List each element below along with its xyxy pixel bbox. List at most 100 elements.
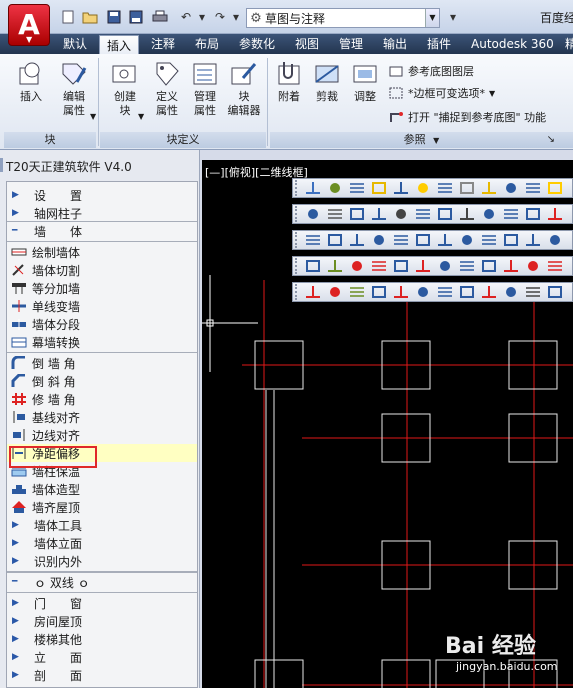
toolbar-4-tool-icon[interactable] bbox=[524, 258, 542, 274]
redo-dropdown-icon[interactable]: ▾ bbox=[228, 10, 244, 24]
palette-item-18[interactable]: ▶ 墙体工具 bbox=[7, 516, 197, 534]
toolbar-4-tool-icon[interactable] bbox=[326, 258, 344, 274]
toolbar-1-tool-icon[interactable] bbox=[392, 180, 410, 196]
define-attributes-button[interactable]: 定义 属性 bbox=[148, 60, 186, 118]
toolbar-1-tool-icon[interactable] bbox=[348, 180, 366, 196]
toolbar-3-tool-icon[interactable] bbox=[392, 232, 410, 248]
application-menu-button[interactable]: A ▼ bbox=[8, 4, 50, 46]
palette-item-26[interactable]: ▶ 剖 面 bbox=[7, 666, 197, 684]
palette-item-19[interactable]: ▶ 墙体立面 bbox=[7, 534, 197, 552]
toolbar-5-tool-icon[interactable] bbox=[502, 284, 520, 300]
toolbar-4-tool-icon[interactable] bbox=[502, 258, 520, 274]
palette-item-17[interactable]: 墙齐屋顶 bbox=[7, 498, 197, 516]
palette-item-13[interactable]: 边线对齐 bbox=[7, 426, 197, 444]
toolbar-2-tool-icon[interactable] bbox=[436, 206, 454, 222]
toolbar-5-tool-icon[interactable] bbox=[392, 284, 410, 300]
toolbar-1-tool-icon[interactable] bbox=[326, 180, 344, 196]
toolbar-2-tool-icon[interactable] bbox=[348, 206, 366, 222]
toolbar-2-tool-icon[interactable] bbox=[370, 206, 388, 222]
workspace-selector[interactable]: ⚙ 草图与注释 ▼ bbox=[246, 8, 440, 28]
palette-item-22[interactable]: ▶ 门 窗 bbox=[7, 594, 197, 612]
palette-item-8[interactable]: 幕墙转换 bbox=[7, 333, 197, 351]
toolbar-3-tool-icon[interactable] bbox=[348, 232, 366, 248]
manage-attributes-button[interactable]: 管理 属性 bbox=[186, 60, 224, 118]
tab-view[interactable]: 视图 bbox=[288, 34, 326, 54]
save-icon[interactable] bbox=[106, 10, 122, 24]
toolbar-5-tool-icon[interactable] bbox=[370, 284, 388, 300]
adjust-button[interactable]: 调整 bbox=[346, 60, 384, 104]
tab-autodesk-360[interactable]: Autodesk 360 bbox=[464, 34, 561, 54]
toolbar-2-tool-icon[interactable] bbox=[458, 206, 476, 222]
toolbar-grip[interactable] bbox=[295, 206, 301, 222]
customize-toolbar-icon[interactable]: ▾ bbox=[445, 10, 461, 24]
chevron-down-icon[interactable]: ▼ bbox=[138, 112, 144, 121]
block-editor-button[interactable]: 块 编辑器 bbox=[222, 60, 266, 118]
palette-item-11[interactable]: 修 墙 角 bbox=[7, 390, 197, 408]
clip-button[interactable]: 剪裁 bbox=[308, 60, 346, 104]
toolbar-3-tool-icon[interactable] bbox=[458, 232, 476, 248]
toolbar-2-tool-icon[interactable] bbox=[524, 206, 542, 222]
tab-output[interactable]: 输出 bbox=[376, 34, 414, 54]
palette-item-9[interactable]: 倒 墙 角 bbox=[7, 354, 197, 372]
toolbar-4-tool-icon[interactable] bbox=[436, 258, 454, 274]
toolbar-2-tool-icon[interactable] bbox=[392, 206, 410, 222]
chevron-down-icon[interactable]: ▼ bbox=[90, 112, 96, 121]
toolbar-5-tool-icon[interactable] bbox=[326, 284, 344, 300]
toolbar-3-tool-icon[interactable] bbox=[436, 232, 454, 248]
palette-item-5[interactable]: 等分加墙 bbox=[7, 279, 197, 297]
toolbar-2-tool-icon[interactable] bbox=[480, 206, 498, 222]
toolbar-2-tool-icon[interactable] bbox=[414, 206, 432, 222]
toolbar-5-tool-icon[interactable] bbox=[436, 284, 454, 300]
toolbar-3-tool-icon[interactable] bbox=[480, 232, 498, 248]
toolbar-3-tool-icon[interactable] bbox=[524, 232, 542, 248]
toolbar-5-tool-icon[interactable] bbox=[414, 284, 432, 300]
toolbar-grip[interactable] bbox=[295, 284, 301, 300]
attach-button[interactable]: 附着 bbox=[270, 60, 308, 104]
toolbar-4-tool-icon[interactable] bbox=[392, 258, 410, 274]
palette-item-2[interactable]: ━ 墙 体 bbox=[7, 222, 197, 240]
tab-annotate[interactable]: 注释 bbox=[144, 34, 182, 54]
tab-layout[interactable]: 布局 bbox=[188, 34, 226, 54]
toolbar-1-tool-icon[interactable] bbox=[524, 180, 542, 196]
tab-insert[interactable]: 插入 bbox=[99, 35, 140, 54]
toolbar-3-tool-icon[interactable] bbox=[502, 232, 520, 248]
edit-attributes-button[interactable]: 编辑 属性 bbox=[54, 60, 94, 118]
toolbar-4-tool-icon[interactable] bbox=[458, 258, 476, 274]
toolbar-1-tool-icon[interactable] bbox=[480, 180, 498, 196]
toolbar-1-tool-icon[interactable] bbox=[436, 180, 454, 196]
toolbar-1-tool-icon[interactable] bbox=[458, 180, 476, 196]
palette-item-0[interactable]: ▶ 设 置 bbox=[7, 186, 197, 204]
toolbar-3-tool-icon[interactable] bbox=[414, 232, 432, 248]
palette-grip[interactable] bbox=[0, 158, 3, 172]
toolbar-4-tool-icon[interactable] bbox=[370, 258, 388, 274]
underlay-layers-button[interactable]: 参考底图图层 bbox=[388, 62, 474, 80]
print-icon[interactable] bbox=[152, 10, 168, 24]
palette-item-4[interactable]: 墙体切割 bbox=[7, 261, 197, 279]
tab-default[interactable]: 默认 bbox=[56, 34, 94, 54]
toolbar-grip[interactable] bbox=[295, 258, 301, 274]
palette-item-16[interactable]: 墙体造型 bbox=[7, 480, 197, 498]
toolbar-2-tool-icon[interactable] bbox=[326, 206, 344, 222]
dialog-launcher-icon[interactable]: ↘ bbox=[547, 132, 555, 148]
create-block-button[interactable]: 创建 块 bbox=[106, 60, 144, 118]
toolbar-grip[interactable] bbox=[295, 232, 301, 248]
toolbar-2-tool-icon[interactable] bbox=[502, 206, 520, 222]
tab-featured[interactable]: 精 bbox=[558, 34, 573, 54]
palette-item-23[interactable]: ▶ 房间屋顶 bbox=[7, 612, 197, 630]
toolbar-2-tool-icon[interactable] bbox=[304, 206, 322, 222]
toolbar-4-tool-icon[interactable] bbox=[414, 258, 432, 274]
snap-to-underlay-button[interactable]: 打开 "捕捉到参考底图" 功能 bbox=[388, 108, 546, 126]
toolbar-4-tool-icon[interactable] bbox=[480, 258, 498, 274]
new-file-icon[interactable] bbox=[60, 10, 76, 24]
undo-icon[interactable]: ↶ bbox=[178, 10, 194, 24]
toolbar-5-tool-icon[interactable] bbox=[458, 284, 476, 300]
tab-parametric[interactable]: 参数化 bbox=[232, 34, 282, 54]
toolbar-5-tool-icon[interactable] bbox=[524, 284, 542, 300]
toolbar-4-tool-icon[interactable] bbox=[546, 258, 564, 274]
palette-item-6[interactable]: 单线变墙 bbox=[7, 297, 197, 315]
toolbar-1-tool-icon[interactable] bbox=[414, 180, 432, 196]
toolbar-3-tool-icon[interactable] bbox=[546, 232, 564, 248]
palette-item-21[interactable]: ━ ｏ 双线 ｏ bbox=[7, 573, 197, 591]
toolbar-3-tool-icon[interactable] bbox=[370, 232, 388, 248]
toolbar-4-tool-icon[interactable] bbox=[348, 258, 366, 274]
